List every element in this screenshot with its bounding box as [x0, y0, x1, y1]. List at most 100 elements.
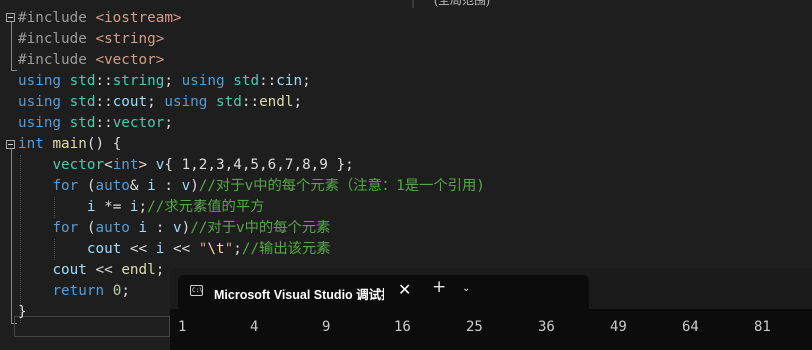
- include-outline-end: [11, 70, 17, 71]
- code-token: ;: [121, 283, 130, 299]
- code-line[interactable]: cout << endl;: [18, 260, 164, 281]
- scope-dropdown[interactable]: (全局范围): [434, 0, 490, 8]
- code-token: string: [112, 73, 165, 89]
- code-token: ;: [164, 115, 173, 131]
- terminal-tab-strip: C:\ Microsoft Visual Studio 调试控制台 ✕ + ⌄: [170, 268, 812, 309]
- code-token: using: [18, 73, 70, 89]
- code-line[interactable]: #include <vector>: [18, 50, 164, 71]
- code-token: std: [233, 73, 260, 89]
- output-value: 49: [610, 319, 627, 335]
- code-token: //对于v中的每个元素（注意：1是一个引用): [198, 178, 485, 194]
- code-token: ::: [95, 73, 113, 89]
- code-token: v: [172, 220, 182, 236]
- console-icon: C:\: [190, 285, 203, 296]
- code-token: <vector>: [95, 52, 165, 68]
- code-token: using: [181, 73, 234, 89]
- code-token: ": [224, 241, 234, 257]
- code-token: //对于v中的每个元素: [190, 220, 331, 236]
- output-value: 16: [394, 319, 411, 335]
- code-token: ::: [95, 115, 113, 131]
- code-token: ::: [241, 94, 260, 110]
- navigation-bar-divider: [412, 0, 414, 8]
- code-token: ;: [233, 241, 242, 257]
- output-value: 1: [178, 319, 187, 335]
- terminal-window[interactable]: C:\ Microsoft Visual Studio 调试控制台 ✕ + ⌄ …: [170, 268, 812, 350]
- code-token: //输出该元素: [241, 241, 331, 257]
- code-line[interactable]: #include <iostream>: [18, 8, 182, 29]
- code-token: auto: [95, 220, 139, 236]
- code-token: ;: [147, 94, 165, 110]
- code-token: //求元素值的平方: [147, 199, 265, 215]
- new-tab-button[interactable]: +: [432, 279, 446, 296]
- code-token: cin: [276, 73, 303, 89]
- code-line[interactable]: }: [18, 302, 27, 323]
- code-token: return: [52, 283, 113, 299]
- code-token: using: [18, 94, 70, 110]
- editor-navigation-bar: (全局范围): [0, 0, 812, 8]
- code-line[interactable]: for (auto& i : v)//对于v中的每个元素（注意：1是一个引用): [18, 176, 485, 197]
- code-token: for: [52, 220, 87, 236]
- code-token: #include: [18, 31, 96, 47]
- code-token: \t: [207, 241, 225, 257]
- code-token: cout: [112, 94, 148, 110]
- output-value: 64: [682, 319, 699, 335]
- code-token: i: [138, 220, 148, 236]
- terminal-tab-title: Microsoft Visual Studio 调试控制台: [214, 288, 384, 302]
- output-value: 25: [466, 319, 483, 335]
- code-token: ;: [293, 94, 303, 110]
- code-token: main: [52, 136, 87, 152]
- code-token: ;: [155, 262, 165, 278]
- code-token: ::: [95, 94, 113, 110]
- code-token: std: [69, 73, 96, 89]
- code-line[interactable]: using std::string; using std::cin;: [18, 71, 311, 92]
- main-outline-line: [11, 149, 12, 323]
- code-line[interactable]: using std::cout; using std::endl;: [18, 92, 302, 113]
- code-token: vector: [52, 157, 105, 173]
- code-token: cout: [86, 241, 122, 257]
- code-token: int: [18, 136, 53, 152]
- code-line[interactable]: return 0;: [18, 281, 130, 302]
- code-token: std: [69, 115, 96, 131]
- collapse-main-button[interactable]: [6, 140, 15, 149]
- code-line[interactable]: int main() {: [18, 134, 121, 155]
- code-line[interactable]: for (auto i : v)//对于v中的每个元素: [18, 218, 330, 239]
- code-token: i: [129, 199, 139, 215]
- code-token: ;: [164, 73, 182, 89]
- code-token: ): [190, 178, 199, 194]
- code-token: <iostream>: [95, 10, 182, 26]
- code-line[interactable]: vector<int> v{ 1,2,3,4,5,6,7,8,9 };: [18, 155, 353, 176]
- code-token: #include: [18, 10, 96, 26]
- terminal-output: 1 4 9 16 25 36 49 64 81: [170, 309, 812, 350]
- code-token: std: [69, 94, 96, 110]
- code-token: &: [129, 178, 148, 194]
- code-token: endl: [259, 94, 294, 110]
- code-token: using: [18, 115, 70, 131]
- chevron-down-icon[interactable]: ⌄: [462, 283, 470, 294]
- code-token: std: [216, 94, 242, 110]
- code-token: int: [112, 157, 139, 173]
- code-line[interactable]: cout << i << "\t";//输出该元素: [18, 239, 331, 260]
- code-token: <: [104, 157, 113, 173]
- code-token: cout: [52, 262, 87, 278]
- output-value: 36: [538, 319, 555, 335]
- code-token: <<: [86, 262, 122, 278]
- code-token: ;: [138, 199, 148, 215]
- code-line[interactable]: #include <string>: [18, 29, 164, 50]
- code-token: <string>: [95, 31, 165, 47]
- code-token: vector: [112, 115, 165, 131]
- code-token: }: [18, 304, 27, 320]
- code-token: i: [147, 178, 156, 194]
- code-line[interactable]: using std::vector;: [18, 113, 173, 134]
- code-token: () {: [86, 136, 122, 152]
- terminal-tab[interactable]: C:\ Microsoft Visual Studio 调试控制台 ✕: [178, 275, 589, 309]
- collapse-includes-button[interactable]: [6, 13, 15, 22]
- code-line[interactable]: i *= i;//求元素值的平方: [18, 197, 265, 218]
- close-icon[interactable]: ✕: [398, 280, 411, 299]
